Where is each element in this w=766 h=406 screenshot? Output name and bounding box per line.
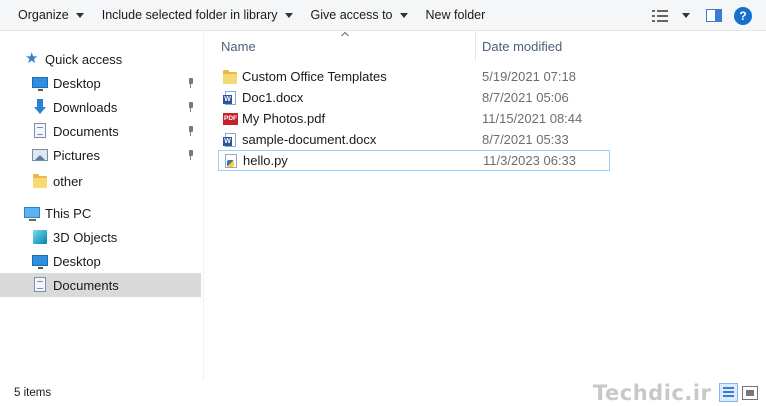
- file-row[interactable]: PDF My Photos.pdf 11/15/2021 08:44: [218, 108, 610, 129]
- file-row-focused[interactable]: hello.py 11/3/2023 06:33: [218, 150, 610, 171]
- new-folder-button[interactable]: New folder: [417, 0, 495, 31]
- file-row[interactable]: Doc1.docx 8/7/2021 05:06: [218, 87, 610, 108]
- change-view-icon[interactable]: [652, 9, 670, 23]
- nav-quick-access[interactable]: ★ Quick access: [0, 47, 201, 71]
- pin-icon: [186, 102, 196, 112]
- nav-other[interactable]: other: [0, 169, 201, 193]
- chevron-down-icon: [75, 12, 84, 18]
- pictures-icon: [32, 147, 48, 163]
- help-icon[interactable]: ?: [734, 6, 752, 25]
- nav-desktop[interactable]: Desktop: [0, 71, 201, 95]
- documents-icon: [32, 123, 48, 139]
- nav-3d-objects[interactable]: 3D Objects: [0, 225, 201, 249]
- file-name: hello.py: [243, 153, 288, 168]
- pdf-icon: PDF: [222, 111, 238, 127]
- nav-pictures[interactable]: Pictures: [0, 143, 201, 167]
- file-name: My Photos.pdf: [242, 111, 326, 126]
- include-in-library-button[interactable]: Include selected folder in library: [93, 0, 302, 31]
- chevron-down-icon: [399, 12, 408, 18]
- file-name: Custom Office Templates: [242, 69, 387, 84]
- view-options-chevron-icon[interactable]: [682, 13, 690, 18]
- nav-downloads[interactable]: Downloads: [0, 95, 201, 119]
- word-doc-icon: [222, 132, 238, 148]
- download-arrow-icon: [32, 99, 48, 115]
- column-separator[interactable]: [475, 31, 476, 61]
- file-name: Doc1.docx: [242, 90, 304, 105]
- chevron-down-icon: [284, 12, 293, 18]
- nav-pc-documents[interactable]: Documents: [0, 273, 201, 297]
- desktop-icon: [32, 253, 48, 269]
- documents-icon: [32, 277, 48, 293]
- folder-icon: [222, 69, 238, 85]
- navigation-pane: ★ Quick access Desktop Downloads Documen…: [0, 31, 201, 381]
- cube-icon: [32, 229, 48, 245]
- file-date-modified: 8/7/2021 05:06: [482, 90, 569, 105]
- file-row[interactable]: sample-document.docx 8/7/2021 05:33: [218, 129, 610, 150]
- pin-icon: [186, 78, 196, 88]
- toolbar-right: ?: [652, 0, 766, 31]
- file-date-modified: 8/7/2021 05:33: [482, 132, 569, 147]
- file-name: sample-document.docx: [242, 132, 377, 147]
- pin-icon: [186, 150, 196, 160]
- nav-pc-desktop[interactable]: Desktop: [0, 249, 201, 273]
- column-header-name[interactable]: Name: [221, 31, 475, 61]
- nav-documents[interactable]: Documents: [0, 119, 201, 143]
- large-icons-view-icon[interactable]: [742, 386, 758, 400]
- organize-button[interactable]: Organize: [0, 0, 93, 31]
- computer-icon: [24, 205, 40, 221]
- details-view-icon[interactable]: [719, 383, 738, 402]
- preview-pane-icon[interactable]: [706, 9, 722, 22]
- folder-icon: [32, 173, 48, 189]
- nav-this-pc[interactable]: This PC: [0, 201, 201, 225]
- word-doc-icon: [222, 90, 238, 106]
- give-access-button[interactable]: Give access to: [302, 0, 417, 31]
- file-list: Name Date modified Custom Office Templat…: [204, 31, 766, 381]
- pin-icon: [186, 126, 196, 136]
- column-header-date-modified[interactable]: Date modified: [482, 31, 612, 61]
- status-bar: 5 items Techdic.ir: [0, 381, 766, 406]
- python-file-icon: [223, 153, 239, 169]
- file-row[interactable]: Custom Office Templates 5/19/2021 07:18: [218, 66, 610, 87]
- desktop-icon: [32, 75, 48, 91]
- file-date-modified: 11/15/2021 08:44: [482, 111, 583, 126]
- file-date-modified: 11/3/2023 06:33: [483, 153, 577, 168]
- star-icon: ★: [25, 50, 39, 67]
- watermark: Techdic.ir: [593, 381, 712, 405]
- item-count: 5 items: [14, 387, 52, 399]
- file-date-modified: 5/19/2021 07:18: [482, 69, 576, 84]
- command-toolbar: Organize Include selected folder in libr…: [0, 0, 766, 31]
